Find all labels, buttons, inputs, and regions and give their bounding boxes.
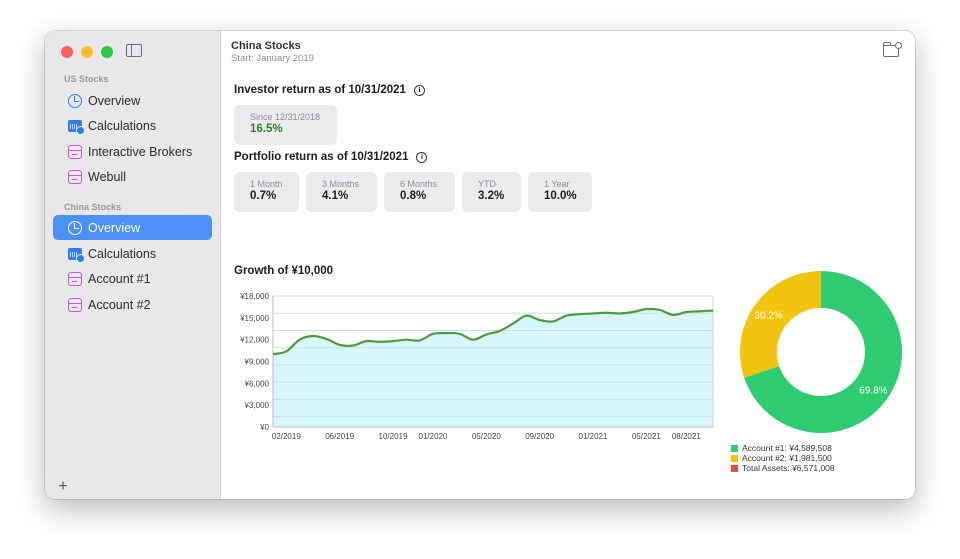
traffic-lights (61, 46, 113, 58)
sidebar-item-label: Account #2 (88, 297, 151, 312)
sidebar-item-us-overview[interactable]: Overview (53, 88, 212, 113)
sidebar-item-china-overview[interactable]: Overview (53, 215, 212, 240)
legend-label: Account #1: ¥4,589,508 (742, 443, 832, 453)
y-tick-label: ¥15,000 (239, 314, 269, 323)
y-tick-label: ¥6,000 (244, 379, 270, 388)
add-button[interactable]: + (55, 479, 71, 495)
sidebar-item-label: Interactive Brokers (88, 144, 193, 159)
x-tick-label: 01/2021 (579, 432, 608, 441)
section-label-us-stocks: US Stocks (64, 74, 109, 84)
x-tick-label: 01/2020 (419, 432, 448, 441)
sidebar-toggle-icon[interactable] (126, 44, 142, 57)
x-tick-label: 05/2020 (472, 432, 501, 441)
tray-icon (68, 297, 82, 312)
section-label-china-stocks: China Stocks (64, 202, 122, 212)
y-tick-label: ¥3,000 (244, 401, 270, 410)
x-tick-label: 09/2020 (525, 432, 554, 441)
zoom-window-button[interactable] (101, 46, 113, 58)
app-window: US Stocks Overview Calculations Interact… (45, 31, 915, 499)
legend-item-account-2: Account #2: ¥1,981,500 (731, 453, 835, 463)
sidebar-item-label: Overview (88, 220, 141, 235)
growth-chart: ¥0 ¥3,000 ¥6,000 ¥9,000 ¥12,000 ¥15,000 ¥18,00… (239, 271, 902, 441)
legend-item-account-1: Account #1: ¥4,589,508 (731, 443, 835, 453)
overview-icon (68, 220, 82, 235)
minimize-window-button[interactable] (81, 46, 93, 58)
donut-slice-label: 69.8% (859, 386, 887, 397)
x-tick-label: 06/2019 (325, 432, 354, 441)
sidebar-item-account-1[interactable]: Account #1 (53, 266, 212, 291)
x-tick-label: 02/2019 (272, 432, 301, 441)
main-content: China Stocks Start: January 2019 Investo… (221, 31, 915, 499)
legend-swatch (731, 464, 738, 472)
y-tick-label: ¥12,000 (239, 336, 269, 345)
sidebar-item-label: Overview (88, 93, 141, 108)
x-tick-label: 05/2021 (632, 432, 661, 441)
x-tick-label: 08/2021 (672, 432, 701, 441)
sidebar-item-account-2[interactable]: Account #2 (53, 292, 212, 317)
donut-slice-label: 30.2% (754, 310, 782, 321)
sidebar-item-label: Calculations (88, 246, 157, 261)
tray-icon (68, 169, 82, 184)
sidebar-item-china-calculations[interactable]: Calculations (53, 241, 212, 266)
donut-inner-ring (777, 308, 865, 396)
overview-icon (68, 93, 82, 108)
sidebar-item-webull[interactable]: Webull (53, 164, 212, 189)
tray-icon (68, 144, 82, 159)
legend-label: Account #2: ¥1,981,500 (742, 453, 832, 463)
donut-legend: Account #1: ¥4,589,508 Account #2: ¥1,98… (731, 443, 835, 473)
sidebar-item-label: Calculations (88, 118, 157, 133)
calculator-icon (68, 248, 85, 263)
calculator-icon (68, 120, 85, 135)
sidebar-item-interactive-brokers[interactable]: Interactive Brokers (53, 139, 212, 164)
sidebar-item-label: Webull (88, 169, 126, 184)
tray-icon (68, 271, 82, 286)
legend-swatch (731, 444, 738, 452)
y-tick-label: ¥9,000 (244, 358, 270, 367)
legend-item-total-assets: Total Assets: ¥6,571,008 (731, 463, 835, 473)
close-window-button[interactable] (61, 46, 73, 58)
sidebar-item-label: Account #1 (88, 271, 151, 286)
y-tick-label: ¥18,000 (239, 292, 269, 301)
x-tick-label: 10/2019 (379, 432, 408, 441)
sidebar-item-us-calculations[interactable]: Calculations (53, 113, 212, 138)
legend-label: Total Assets: ¥6,571,008 (742, 463, 835, 473)
y-tick-label: ¥0 (259, 423, 269, 432)
sidebar: US Stocks Overview Calculations Interact… (45, 31, 221, 499)
legend-swatch (731, 454, 738, 462)
